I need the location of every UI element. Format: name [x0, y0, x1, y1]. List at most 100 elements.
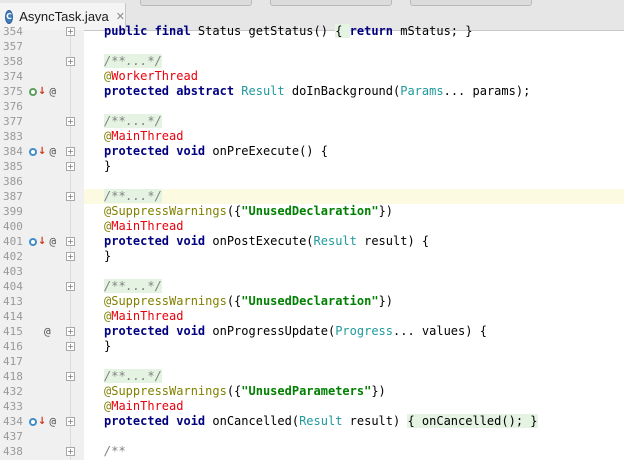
line-number: 416: [3, 340, 23, 353]
line-number: 384: [3, 145, 23, 158]
code-token: "UnusedDeclaration": [241, 204, 379, 218]
code-token: return: [349, 24, 401, 38]
code-line[interactable]: 401 ↓ @ + protected void onPostExecute(Resul…: [0, 234, 624, 249]
fold-toggle-icon[interactable]: +: [66, 327, 75, 336]
line-number: 437: [3, 430, 23, 443]
code-line[interactable]: 377 + /**...*/: [0, 114, 624, 129]
code-line[interactable]: 358 + /**...*/: [0, 54, 624, 69]
line-number: 418: [3, 370, 23, 383]
fold-toggle-icon[interactable]: +: [66, 192, 75, 201]
annotation-gutter-icon[interactable]: @: [49, 84, 56, 99]
code-token: WorkerThread: [111, 69, 198, 83]
fold-toggle-icon[interactable]: +: [66, 27, 75, 36]
line-number: 386: [3, 175, 23, 188]
code-line[interactable]: 433 @MainThread: [0, 399, 624, 414]
fold-toggle-icon[interactable]: +: [66, 147, 75, 156]
code-token: Result: [241, 84, 292, 98]
code-text-area: public final Status getStatus() { return…: [84, 24, 624, 39]
code-line[interactable]: 415 @ + protected void onProgressUpdate(Pro…: [0, 324, 624, 339]
fold-toggle-icon[interactable]: +: [66, 237, 75, 246]
code-line[interactable]: 416 +}: [0, 339, 624, 354]
code-text: }: [104, 159, 111, 174]
annotation-gutter-icon[interactable]: @: [44, 324, 51, 339]
gutter-marker[interactable]: @: [27, 324, 57, 339]
code-line[interactable]: 375 ↓ @ protected abstract Result doInBackg…: [0, 84, 624, 99]
go-to-subclass-arrow-icon[interactable]: ↓: [38, 84, 46, 99]
code-text: /**...*/: [104, 54, 162, 69]
code-line[interactable]: 417: [0, 354, 624, 369]
code-token: public final: [104, 24, 198, 38]
code-text: protected void onProgressUpdate(Progress…: [104, 324, 487, 339]
code-line[interactable]: 418 + /**...*/: [0, 369, 624, 384]
line-number: 415: [3, 325, 23, 338]
code-line[interactable]: 387 + /**...*/: [0, 189, 624, 204]
go-to-subclass-arrow-icon[interactable]: ↓: [38, 144, 46, 159]
code-line[interactable]: 383 @MainThread: [0, 129, 624, 144]
code-token: @SuppressWarnings: [104, 204, 227, 218]
fold-toggle-icon[interactable]: +: [66, 282, 75, 291]
line-number: 385: [3, 160, 23, 173]
gutter-marker[interactable]: ↓ @: [27, 234, 57, 249]
fold-toggle-icon[interactable]: +: [66, 117, 75, 126]
code-line[interactable]: 413 @SuppressWarnings({"UnusedDeclaration…: [0, 294, 624, 309]
code-line[interactable]: 404 + /**...*/: [0, 279, 624, 294]
code-token: /**...*/: [104, 114, 162, 128]
code-line[interactable]: 402 +}: [0, 249, 624, 264]
line-number: 434: [3, 415, 23, 428]
code-line[interactable]: 399 @SuppressWarnings({"UnusedDeclaration…: [0, 204, 624, 219]
code-line[interactable]: 432 @SuppressWarnings({"UnusedParameters"…: [0, 384, 624, 399]
implemented-method-icon[interactable]: [29, 87, 37, 96]
annotation-gutter-icon[interactable]: @: [49, 414, 56, 429]
code-text: /**...*/: [104, 189, 162, 204]
overridden-method-icon[interactable]: [29, 237, 37, 246]
annotation-gutter-icon[interactable]: @: [49, 234, 56, 249]
fold-toggle-icon[interactable]: +: [66, 417, 75, 426]
code-token: ... values) {: [393, 324, 487, 338]
line-number: 354: [3, 25, 23, 38]
code-line[interactable]: 403: [0, 264, 624, 279]
code-text-area: /**...*/: [84, 114, 624, 129]
annotation-gutter-icon[interactable]: @: [49, 144, 56, 159]
gutter-marker[interactable]: ↓ @: [27, 414, 57, 429]
code-line[interactable]: 384 ↓ @ + protected void onPreExecute() {: [0, 144, 624, 159]
fold-toggle-icon[interactable]: +: [66, 447, 75, 456]
fold-toggle-icon[interactable]: +: [66, 57, 75, 66]
code-line[interactable]: 386: [0, 174, 624, 189]
code-line[interactable]: 434 ↓ @ + protected void onCancelled(Result …: [0, 414, 624, 429]
go-to-subclass-arrow-icon[interactable]: ↓: [38, 234, 46, 249]
code-editor[interactable]: 354 + public final Status getStatus() { re…: [0, 24, 624, 460]
fold-toggle-icon[interactable]: +: [66, 342, 75, 351]
fold-toggle-icon[interactable]: +: [66, 162, 75, 171]
line-number: 377: [3, 115, 23, 128]
code-token: protected abstract: [104, 84, 242, 98]
fold-toggle-icon[interactable]: +: [66, 252, 75, 261]
code-token: /**...*/: [104, 189, 162, 203]
code-line[interactable]: 414 @MainThread: [0, 309, 624, 324]
overridden-method-icon[interactable]: [29, 417, 37, 426]
code-line[interactable]: 385 +}: [0, 159, 624, 174]
code-line[interactable]: 438 + /**: [0, 444, 624, 459]
gutter-marker[interactable]: ↓ @: [27, 84, 57, 99]
code-line[interactable]: 400 @MainThread: [0, 219, 624, 234]
overridden-method-icon[interactable]: [29, 147, 37, 156]
code-line[interactable]: 437: [0, 429, 624, 444]
code-text: @MainThread: [104, 399, 183, 414]
breadcrumb-tab-ghost: [140, 0, 252, 6]
code-token: onCancelled(: [212, 414, 300, 428]
code-text: @MainThread: [104, 309, 183, 324]
fold-toggle-icon[interactable]: +: [66, 372, 75, 381]
code-line[interactable]: 374 @WorkerThread: [0, 69, 624, 84]
line-number: 399: [3, 205, 23, 218]
code-text-area: /**...*/: [84, 279, 624, 294]
breadcrumb-tab-ghost: [410, 0, 532, 6]
code-text-area: }: [84, 249, 624, 264]
code-line[interactable]: 376: [0, 99, 624, 114]
close-icon[interactable]: ✕: [116, 10, 125, 23]
code-token: MainThread: [111, 399, 184, 413]
code-token: @SuppressWarnings: [104, 294, 227, 308]
line-number: 387: [3, 190, 23, 203]
code-line[interactable]: 357: [0, 39, 624, 54]
code-line[interactable]: 354 + public final Status getStatus() { re…: [0, 24, 624, 39]
gutter-marker[interactable]: ↓ @: [27, 144, 57, 159]
go-to-subclass-arrow-icon[interactable]: ↓: [38, 414, 46, 429]
